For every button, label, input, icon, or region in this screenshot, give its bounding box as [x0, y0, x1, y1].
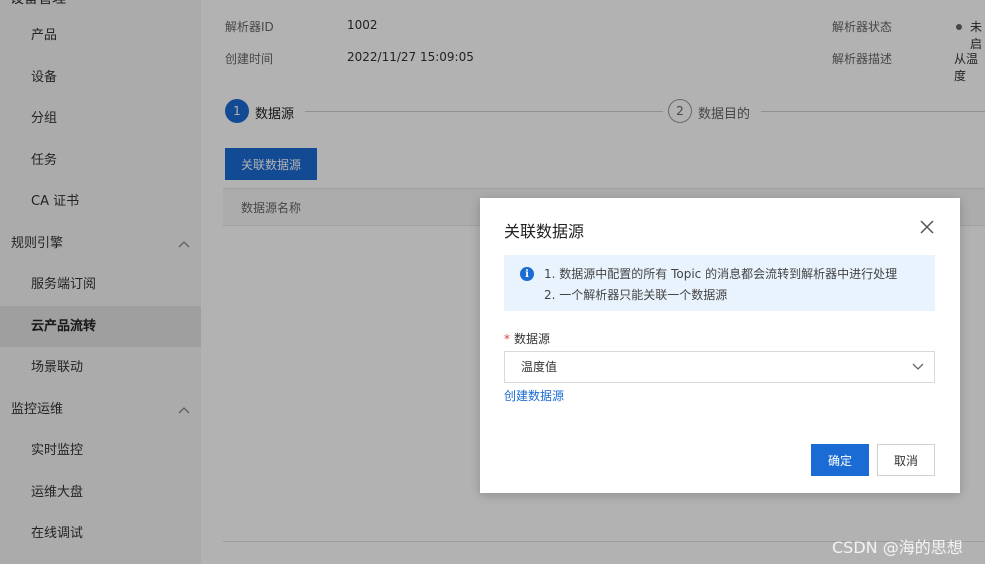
datasource-select-value: 温度值 [521, 360, 558, 374]
alert-line-1: 1. 数据源中配置的所有 Topic 的消息都会流转到解析器中进行处理 [544, 267, 898, 281]
dialog-title: 关联数据源 [504, 222, 585, 241]
chevron-down-icon [912, 352, 924, 382]
close-icon[interactable] [918, 218, 936, 236]
datasource-field-label: * 数据源 [504, 330, 550, 347]
associate-datasource-dialog: 关联数据源 i 1. 数据源中配置的所有 Topic 的消息都会流转到解析器中进… [480, 198, 960, 493]
watermark: CSDN @海的思想 [832, 538, 963, 557]
required-mark: * [504, 332, 510, 346]
info-icon: i [520, 267, 534, 281]
create-datasource-link[interactable]: 创建数据源 [504, 387, 564, 404]
info-alert: i 1. 数据源中配置的所有 Topic 的消息都会流转到解析器中进行处理 2.… [504, 255, 935, 311]
cancel-button[interactable]: 取消 [877, 444, 935, 476]
confirm-button[interactable]: 确定 [811, 444, 869, 476]
datasource-field-label-text: 数据源 [514, 332, 551, 346]
datasource-select[interactable]: 温度值 [504, 351, 935, 383]
alert-line-2: 2. 一个解析器只能关联一个数据源 [544, 288, 728, 302]
